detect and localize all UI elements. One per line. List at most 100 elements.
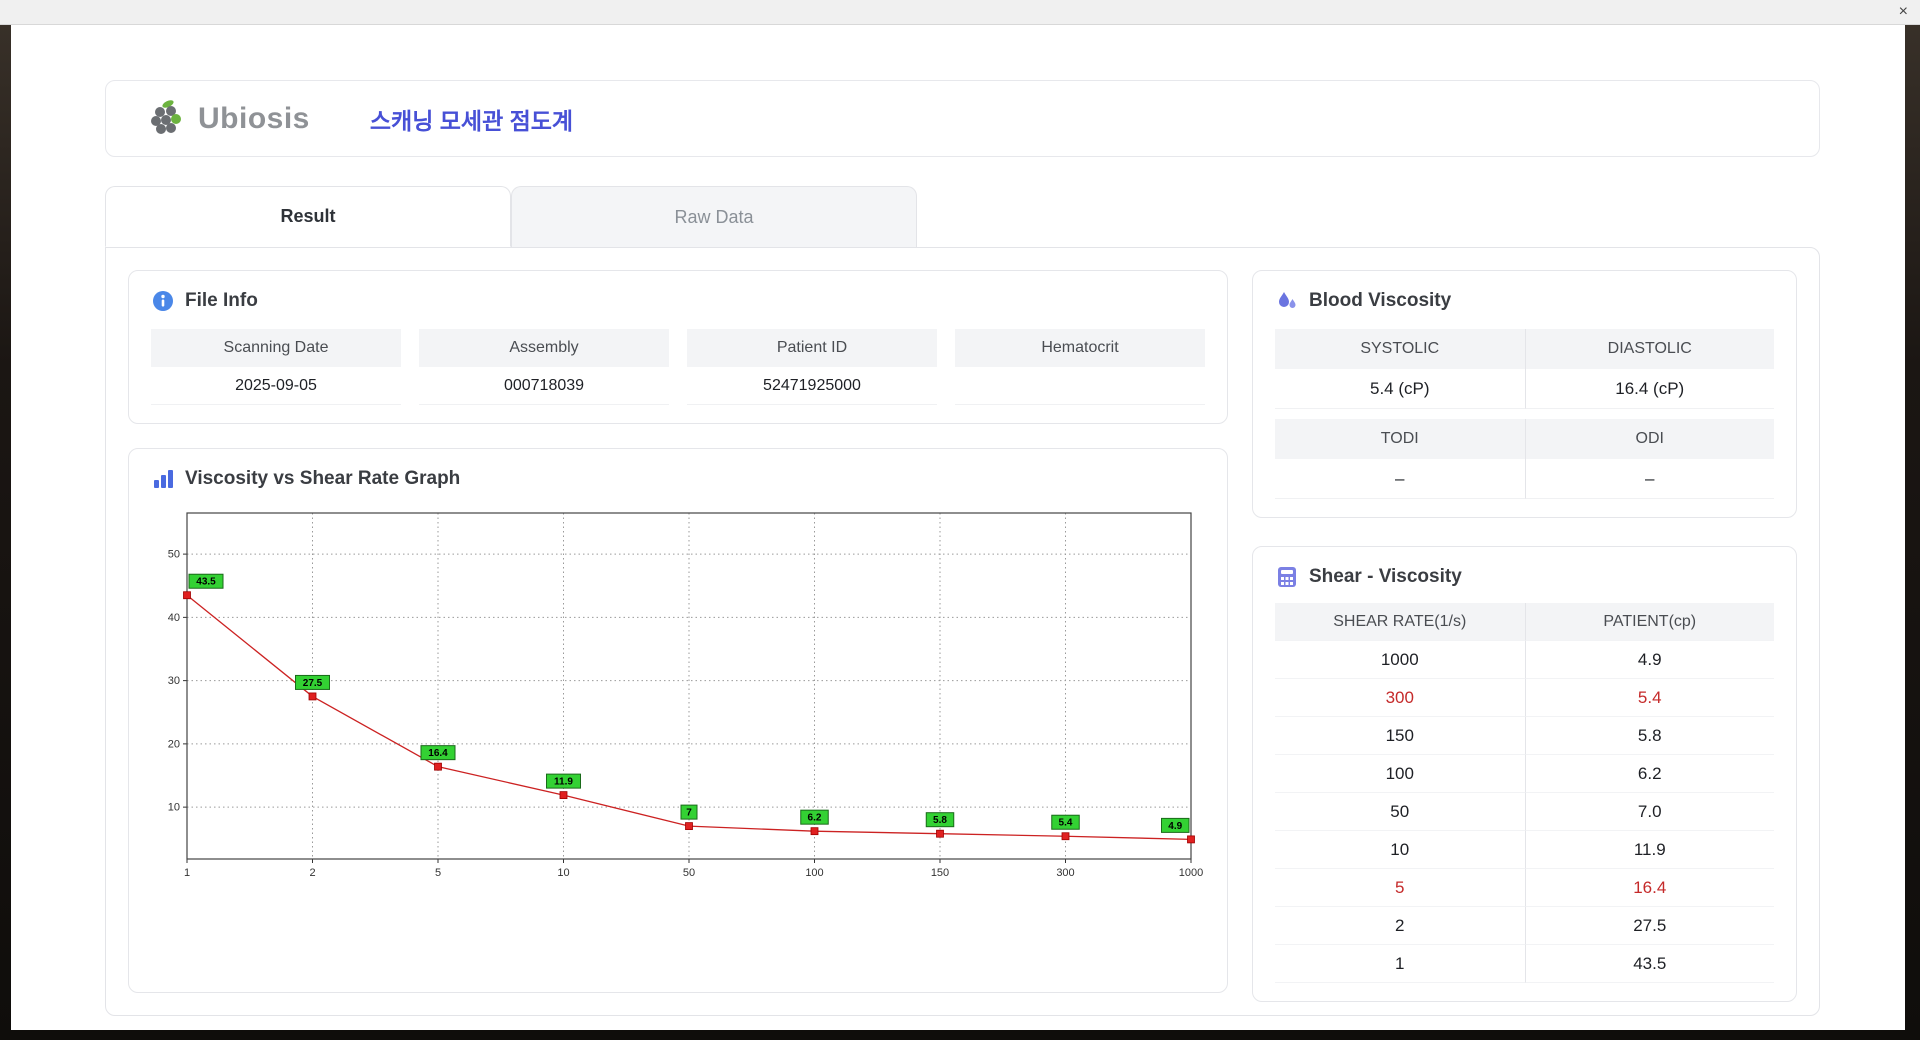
shear-viscosity-row: 100 6.2: [1275, 755, 1774, 793]
shear-rate-value: 2: [1275, 907, 1525, 945]
file-info-field: Patient ID 52471925000: [687, 329, 937, 405]
file-info-title-text: File Info: [185, 290, 258, 311]
file-info-field-value: 2025-09-05: [151, 367, 401, 405]
patient-viscosity-value: 5.8: [1524, 717, 1774, 755]
shear-viscosity-row: 50 7.0: [1275, 793, 1774, 831]
result-panel: File Info Scanning Date 2025-09-05 Assembl…: [105, 247, 1820, 1016]
file-info-field-value: [955, 367, 1205, 405]
shear-rate-value: 1: [1275, 945, 1525, 983]
svg-text:150: 150: [931, 867, 949, 879]
blood-viscosity-value: 16.4 (cP): [1524, 369, 1774, 409]
svg-text:5.4: 5.4: [1059, 818, 1073, 829]
patient-viscosity-value: 6.2: [1524, 755, 1774, 793]
blood-viscosity-header: DIASTOLIC: [1524, 329, 1775, 369]
svg-text:50: 50: [683, 867, 695, 879]
svg-text:11.9: 11.9: [554, 777, 573, 788]
blood-viscosity-value: –: [1275, 459, 1525, 499]
shear-viscosity-title: Shear - Viscosity: [1275, 565, 1774, 589]
shear-viscosity-row: 1000 4.9: [1275, 641, 1774, 679]
file-info-field: Assembly 000718039: [419, 329, 669, 405]
file-info-field-value: 000718039: [419, 367, 669, 405]
svg-text:2: 2: [309, 867, 315, 879]
blood-viscosity-header: ODI: [1524, 419, 1775, 459]
svg-text:300: 300: [1056, 867, 1074, 879]
shear-rate-value: 300: [1275, 679, 1525, 717]
svg-text:40: 40: [168, 612, 180, 624]
svg-text:6.2: 6.2: [808, 813, 822, 824]
file-info-field-label: Assembly: [419, 329, 669, 367]
shear-rate-value: 10: [1275, 831, 1525, 869]
file-info-field-value: 52471925000: [687, 367, 937, 405]
file-info-card: File Info Scanning Date 2025-09-05 Assembl…: [128, 270, 1228, 424]
file-info-grid: Scanning Date 2025-09-05 Assembly 000718039…: [151, 329, 1205, 405]
patient-viscosity-value: 4.9: [1524, 641, 1774, 679]
blood-viscosity-title-text: Blood Viscosity: [1309, 290, 1452, 311]
calculator-icon: [1278, 567, 1296, 587]
shear-viscosity-row: 5 16.4: [1275, 869, 1774, 907]
svg-text:50: 50: [168, 549, 180, 561]
graph-card: Viscosity vs Shear Rate Graph 10 20 30 40 50…: [128, 448, 1228, 993]
svg-text:100: 100: [805, 867, 823, 879]
water-drops-icon: [1279, 292, 1296, 308]
app-window: Ubiosis 스캐닝 모세관 점도계 Result Raw Data File: [11, 25, 1905, 1030]
blood-viscosity-header: TODI: [1380, 430, 1419, 447]
ubiosis-logo: Ubiosis: [148, 99, 310, 139]
svg-text:1000: 1000: [1179, 867, 1203, 879]
patient-viscosity-value: 16.4: [1524, 869, 1774, 907]
shear-viscosity-table: SHEAR RATE(1/s) PATIENT(cp) 1000 4.9 300 5.…: [1275, 603, 1774, 983]
svg-text:5: 5: [435, 867, 441, 879]
shear-rate-value: 5: [1275, 869, 1525, 907]
shear-viscosity-row: 1 43.5: [1275, 945, 1774, 983]
svg-text:7: 7: [686, 808, 692, 819]
file-info-field: Hematocrit: [955, 329, 1205, 405]
blood-viscosity-title: Blood Viscosity: [1275, 289, 1774, 313]
blood-viscosity-table: SYSTOLIC DIASTOLIC 5.4 (cP) 16.4 (cP) TODI OD…: [1275, 329, 1774, 499]
shear-viscosity-row: 2 27.5: [1275, 907, 1774, 945]
tab-raw-data[interactable]: Raw Data: [511, 186, 917, 247]
blood-viscosity-value-row: 5.4 (cP) 16.4 (cP): [1275, 369, 1774, 409]
svg-text:4.9: 4.9: [1168, 821, 1182, 832]
blood-viscosity-value-row: – –: [1275, 459, 1774, 499]
blood-viscosity-value: 5.4 (cP): [1275, 369, 1525, 409]
blood-viscosity-header-row: SYSTOLIC DIASTOLIC: [1275, 329, 1774, 369]
left-column: File Info Scanning Date 2025-09-05 Assembl…: [128, 270, 1228, 993]
svg-text:43.5: 43.5: [196, 577, 216, 588]
svg-text:20: 20: [168, 738, 180, 750]
tab-result[interactable]: Result: [105, 186, 511, 247]
svg-text:16.4: 16.4: [428, 748, 448, 759]
shear-viscosity-header-row: SHEAR RATE(1/s) PATIENT(cp): [1275, 603, 1774, 641]
patient-viscosity-value: 7.0: [1524, 793, 1774, 831]
blood-viscosity-value: –: [1524, 459, 1774, 499]
app-title-korean: 스캐닝 모세관 점도계: [369, 107, 574, 134]
info-icon: [153, 291, 173, 311]
app-header: Ubiosis 스캐닝 모세관 점도계: [105, 80, 1820, 157]
svg-text:1: 1: [184, 867, 190, 879]
bar-chart-icon: [154, 470, 173, 488]
main-container: Ubiosis 스캐닝 모세관 점도계 Result Raw Data File: [105, 80, 1820, 1016]
shear-rate-column-header: SHEAR RATE(1/s): [1275, 603, 1525, 641]
graph-title-text: Viscosity vs Shear Rate Graph: [185, 468, 461, 489]
tab-bar: Result Raw Data: [105, 186, 1820, 247]
svg-text:10: 10: [557, 867, 569, 879]
patient-viscosity-value: 27.5: [1524, 907, 1774, 945]
grape-cluster-icon: [151, 99, 181, 134]
viscosity-chart: 10 20 30 40 50 1 2 5 10 50 100 150 300 1000 43.5 27.5 16…: [168, 512, 1203, 879]
shear-rate-value: 1000: [1275, 641, 1525, 679]
right-column: Blood Viscosity SYSTOLIC DIASTOLIC 5.4 (cP…: [1252, 270, 1797, 1002]
window-close-button[interactable]: ×: [1887, 0, 1920, 24]
shear-viscosity-row: 10 11.9: [1275, 831, 1774, 869]
shear-viscosity-card: Shear - Viscosity SHEAR RATE(1/s) PATIEN…: [1252, 546, 1797, 1002]
file-info-field: Scanning Date 2025-09-05: [151, 329, 401, 405]
shear-viscosity-title-text: Shear - Viscosity: [1309, 566, 1462, 587]
file-info-title: File Info: [151, 289, 1205, 313]
file-info-field-label: Hematocrit: [955, 329, 1205, 367]
patient-viscosity-value: 11.9: [1524, 831, 1774, 869]
blood-viscosity-header-row: TODI ODI: [1275, 419, 1774, 459]
patient-viscosity-value: 5.4: [1524, 679, 1774, 717]
blood-viscosity-card: Blood Viscosity SYSTOLIC DIASTOLIC 5.4 (cP…: [1252, 270, 1797, 518]
blood-viscosity-header: SYSTOLIC: [1360, 340, 1440, 357]
patient-viscosity-value: 43.5: [1524, 945, 1774, 983]
shear-rate-value: 150: [1275, 717, 1525, 755]
svg-text:27.5: 27.5: [303, 678, 323, 689]
shear-viscosity-row: 300 5.4: [1275, 679, 1774, 717]
